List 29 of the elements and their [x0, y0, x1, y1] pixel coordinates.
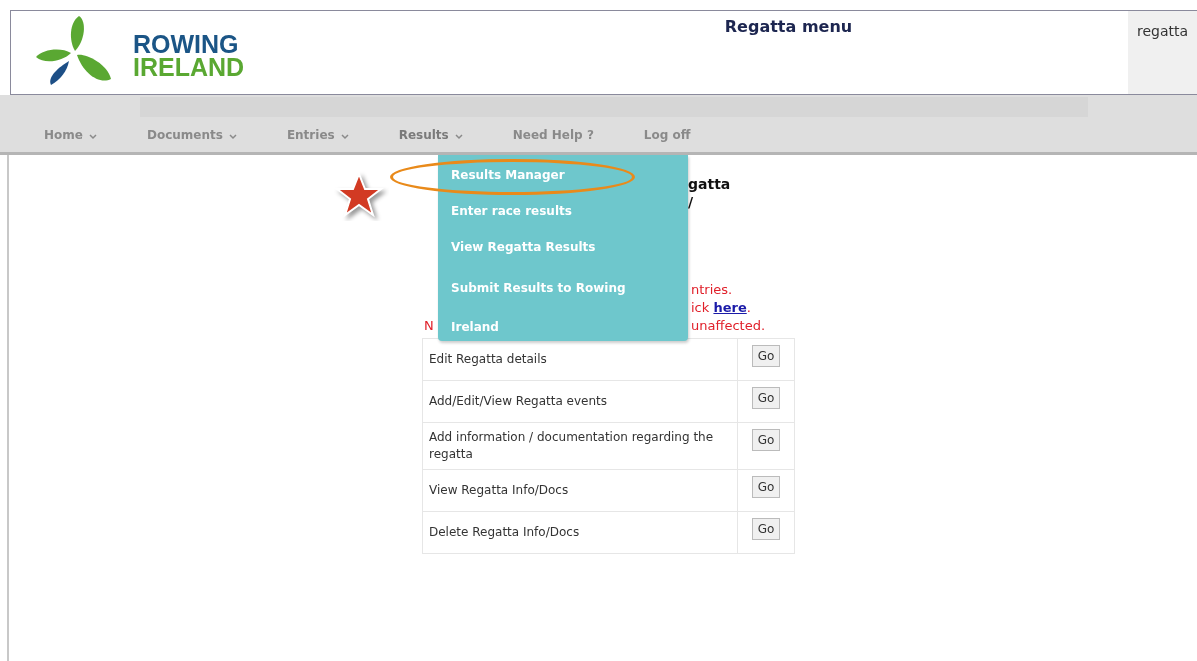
here-link[interactable]: here [713, 300, 747, 315]
go-button[interactable]: Go [751, 429, 781, 451]
nav-menu-item[interactable]: Home [44, 126, 97, 144]
table-cell: Delete Regatta Info/Docs [422, 511, 738, 554]
notice-text: unaffected. [691, 317, 767, 335]
table-cell: View Regatta Info/Docs [422, 469, 738, 512]
nav-menu-item[interactable]: Need Help ? [512, 126, 594, 144]
notice-text: ntries. [691, 281, 734, 299]
notice-text: N [424, 317, 435, 335]
logo-text: IRELAND [133, 55, 245, 79]
dropdown-item[interactable]: Results Manager [438, 161, 688, 197]
notice-text: ick here. [691, 299, 752, 317]
page-title: Regatta menu [724, 17, 853, 37]
logo-text: ROWING [133, 32, 240, 56]
nav-menu-item[interactable]: Log off [643, 126, 691, 144]
go-button[interactable]: Go [751, 345, 781, 367]
nav-menu-item[interactable]: Documents [146, 126, 237, 144]
table-cell: Add/Edit/View Regatta events [422, 380, 738, 423]
go-button[interactable]: Go [751, 518, 781, 540]
nav-menu-item[interactable]: Entries [286, 126, 349, 144]
go-button[interactable]: Go [751, 476, 781, 498]
heading-text: gatta [688, 175, 732, 193]
dropdown-item[interactable]: Enter race results [438, 197, 688, 233]
heading-text: / [688, 193, 695, 211]
side-panel-text: regatta [1137, 23, 1189, 39]
table-cell: Add information / documentation regarding the regatta [422, 422, 738, 470]
dropdown-item[interactable]: View Regatta Results [438, 233, 688, 269]
nav-menu-item[interactable]: Results [398, 126, 463, 144]
go-button[interactable]: Go [751, 387, 781, 409]
